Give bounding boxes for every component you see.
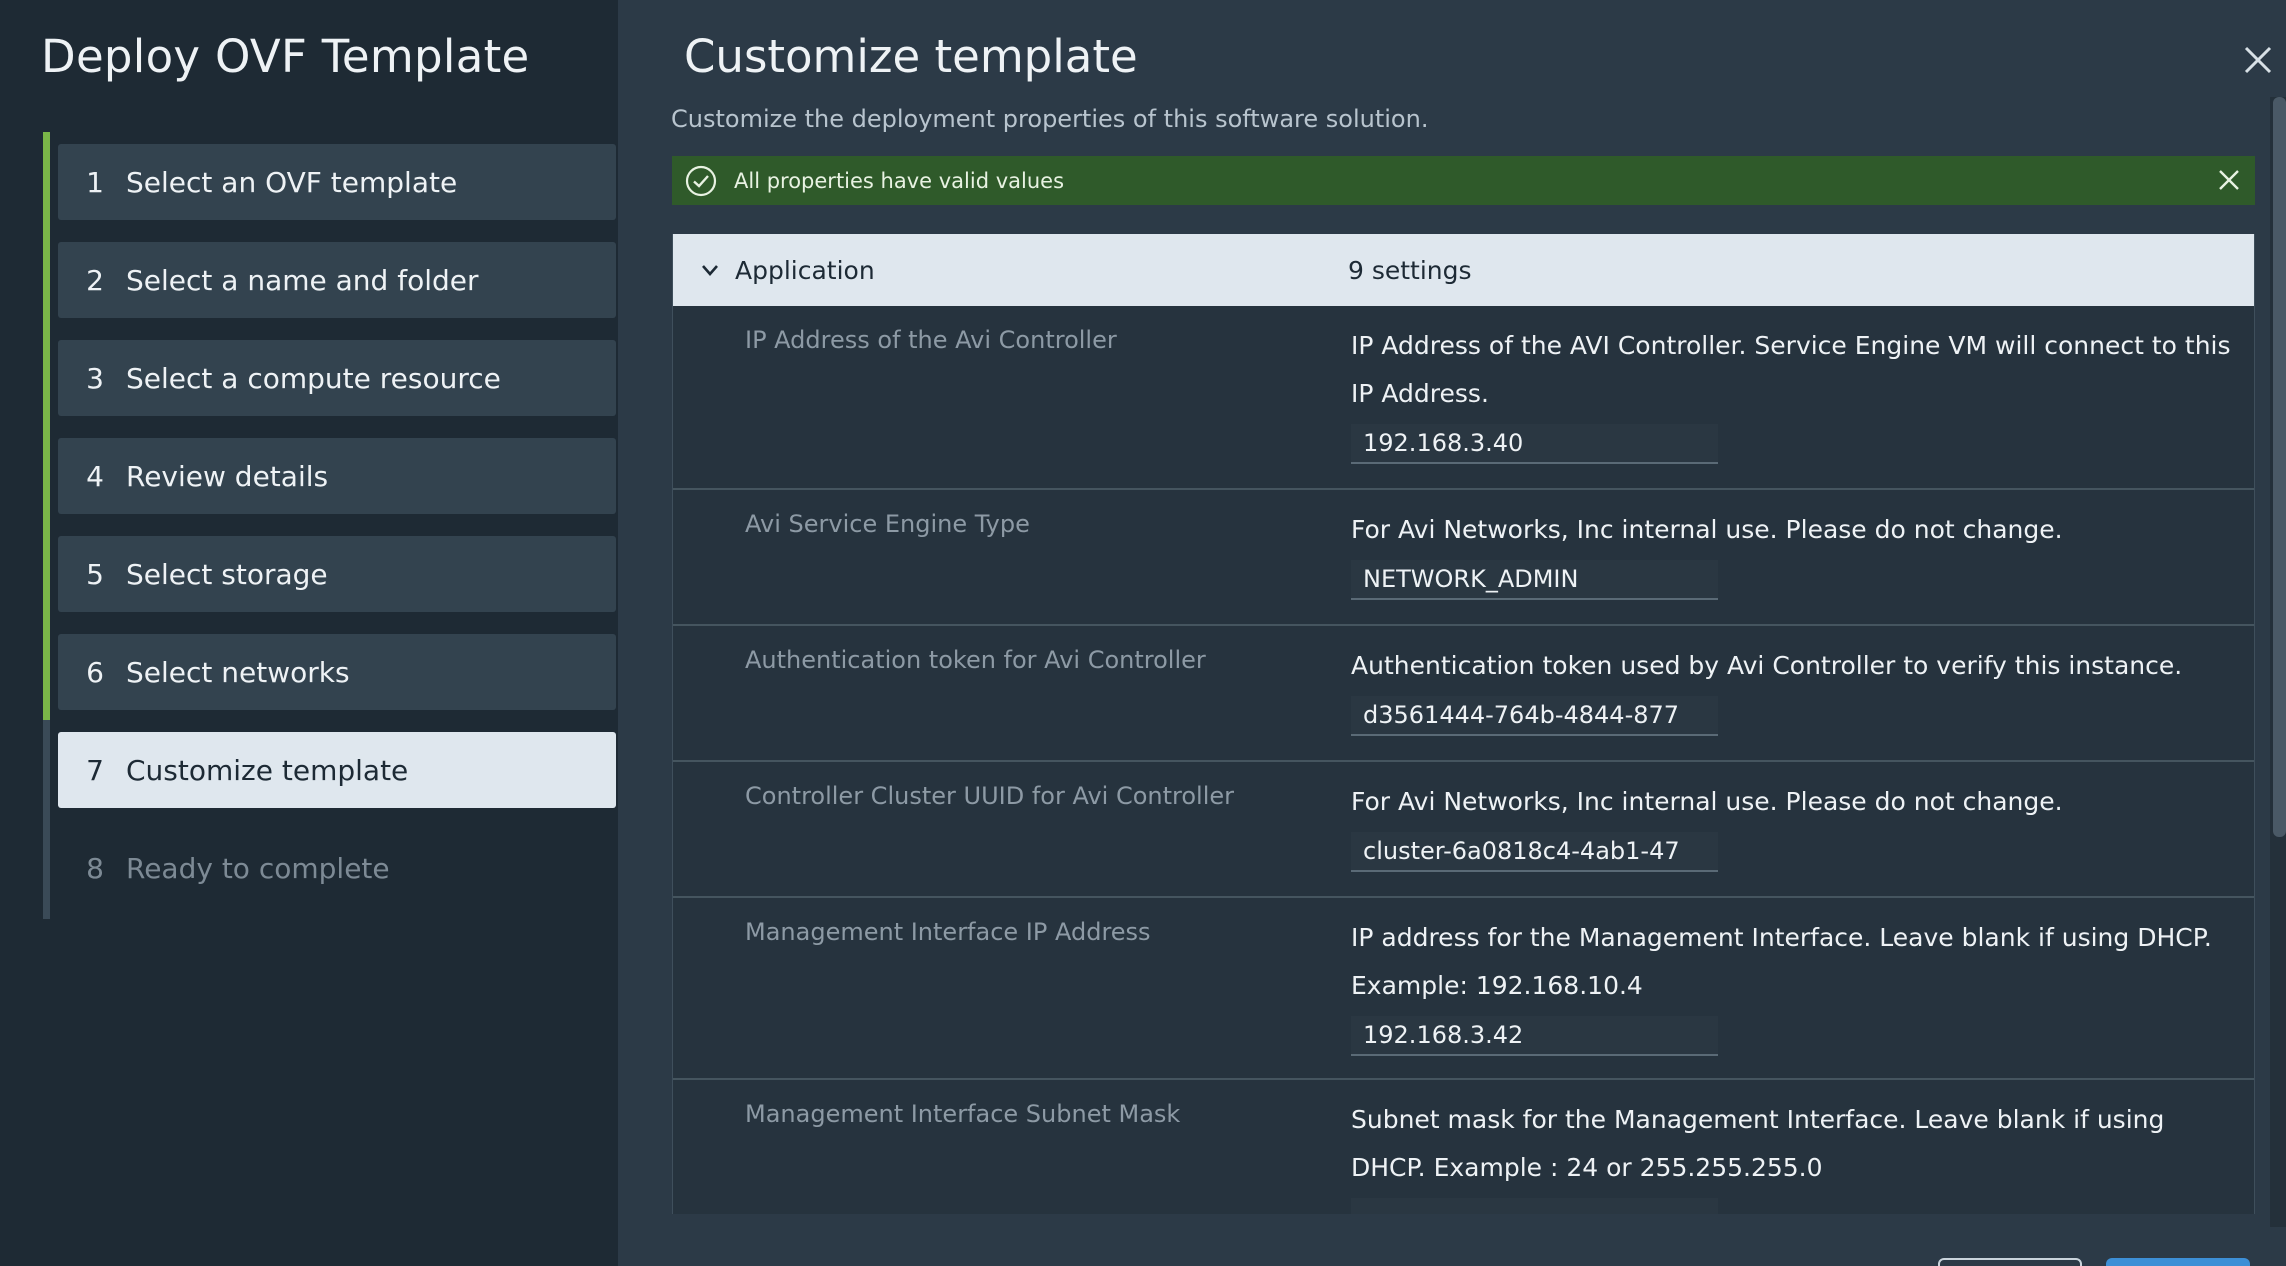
- step-number: 3: [86, 361, 104, 395]
- setting-row: Management Interface Subnet Mask Subnet …: [673, 1080, 2254, 1214]
- main-panel: Customize template Customize the deploym…: [618, 0, 2286, 1266]
- avi-controller-ip-input[interactable]: [1351, 424, 1718, 464]
- step-label: Review details: [126, 459, 329, 493]
- setting-row: Avi Service Engine Type For Avi Networks…: [673, 490, 2254, 626]
- step-number: 6: [86, 655, 104, 689]
- group-header-application[interactable]: Application 9 settings: [673, 234, 2254, 306]
- step-select-compute-resource[interactable]: 3 Select a compute resource: [58, 340, 616, 416]
- chevron-down-icon: [702, 265, 718, 276]
- alert-text: All properties have valid values: [734, 168, 1065, 193]
- page-subtitle: Customize the deployment properties of t…: [671, 105, 1429, 133]
- wizard-title: Deploy OVF Template: [41, 30, 530, 83]
- cluster-uuid-input[interactable]: [1351, 832, 1718, 872]
- setting-label: Avi Service Engine Type: [745, 510, 1030, 538]
- step-number: 1: [86, 165, 104, 199]
- page-title: Customize template: [684, 30, 1138, 83]
- alert-close-icon[interactable]: [2215, 166, 2243, 194]
- group-settings-count: 9 settings: [1348, 255, 1472, 285]
- setting-row: IP Address of the Avi Controller IP Addr…: [673, 306, 2254, 490]
- scrollbar-thumb[interactable]: [2273, 97, 2286, 837]
- step-ready-to-complete: 8 Ready to complete: [58, 830, 616, 906]
- step-customize-template[interactable]: 7 Customize template: [58, 732, 616, 808]
- step-select-networks[interactable]: 6 Select networks: [58, 634, 616, 710]
- step-review-details[interactable]: 4 Review details: [58, 438, 616, 514]
- setting-description: For Avi Networks, Inc internal use. Plea…: [1351, 515, 2063, 544]
- success-alert: All properties have valid values: [672, 156, 2255, 205]
- setting-label: Management Interface IP Address: [745, 918, 1151, 946]
- back-button[interactable]: [1938, 1258, 2082, 1266]
- step-label: Select storage: [126, 557, 328, 591]
- next-button[interactable]: [2106, 1258, 2250, 1266]
- mgmt-subnet-input[interactable]: [1351, 1198, 1718, 1214]
- step-number: 4: [86, 459, 104, 493]
- close-icon[interactable]: [2238, 40, 2278, 80]
- settings-table: Application 9 settings IP Address of the…: [672, 234, 2255, 1214]
- step-label: Customize template: [126, 753, 409, 787]
- setting-description: IP Address of the AVI Controller. Servic…: [1351, 331, 2231, 408]
- step-select-storage[interactable]: 5 Select storage: [58, 536, 616, 612]
- mgmt-ip-input[interactable]: [1351, 1016, 1718, 1056]
- setting-description: Authentication token used by Avi Control…: [1351, 651, 2183, 680]
- setting-description: Subnet mask for the Management Interface…: [1351, 1105, 2165, 1182]
- step-label: Select networks: [126, 655, 350, 689]
- step-label: Ready to complete: [126, 851, 390, 885]
- setting-description: IP address for the Management Interface.…: [1351, 923, 2212, 1000]
- wizard-sidebar: Deploy OVF Template 1 Select an OVF temp…: [0, 0, 618, 1266]
- step-label: Select a name and folder: [126, 263, 479, 297]
- progress-fill: [43, 132, 50, 720]
- group-name: Application: [735, 255, 875, 285]
- step-number: 8: [86, 851, 104, 885]
- step-label: Select an OVF template: [126, 165, 458, 199]
- step-select-ovf-template[interactable]: 1 Select an OVF template: [58, 144, 616, 220]
- setting-description: For Avi Networks, Inc internal use. Plea…: [1351, 787, 2063, 816]
- setting-row: Management Interface IP Address IP addre…: [673, 898, 2254, 1080]
- service-engine-type-input[interactable]: [1351, 560, 1718, 600]
- auth-token-input[interactable]: [1351, 696, 1718, 736]
- step-number: 5: [86, 557, 104, 591]
- setting-label: IP Address of the Avi Controller: [745, 326, 1117, 354]
- check-circle-icon: [685, 165, 717, 196]
- setting-row: Controller Cluster UUID for Avi Controll…: [673, 762, 2254, 898]
- step-select-name-folder[interactable]: 2 Select a name and folder: [58, 242, 616, 318]
- setting-label: Authentication token for Avi Controller: [745, 646, 1206, 674]
- step-number: 7: [86, 753, 104, 787]
- step-number: 2: [86, 263, 104, 297]
- setting-label: Management Interface Subnet Mask: [745, 1100, 1181, 1128]
- setting-label: Controller Cluster UUID for Avi Controll…: [745, 782, 1235, 810]
- setting-row: Authentication token for Avi Controller …: [673, 626, 2254, 762]
- step-label: Select a compute resource: [126, 361, 501, 395]
